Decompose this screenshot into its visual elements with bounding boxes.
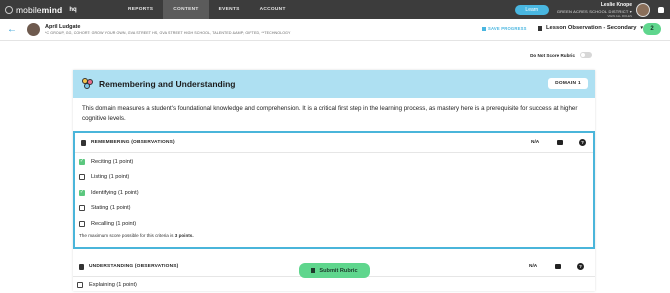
domain-title: Remembering and Understanding	[99, 79, 236, 89]
clipboard-icon	[79, 263, 84, 270]
option-label: Identifying (1 point)	[91, 189, 139, 196]
criteria-title: UNDERSTANDING (OBSERVATIONS)	[89, 264, 179, 269]
submit-rubric-label: Submit Rubric	[319, 267, 358, 274]
checkbox[interactable]	[79, 174, 85, 181]
nav-item-content[interactable]: CONTENT	[163, 0, 209, 19]
nav-right-group: Learn Leslie Knope GREEN ACRES SCHOOL DI…	[514, 0, 670, 19]
logo-mark-icon	[5, 5, 13, 14]
document-icon	[311, 268, 316, 273]
criteria-remembering: REMEMBERING (OBSERVATIONS) N/A ? ✓ Recit…	[73, 131, 595, 249]
option-explaining[interactable]: Explaining (1 point)	[73, 277, 595, 293]
student-avatar	[27, 23, 40, 36]
checkbox-checked[interactable]: ✓	[79, 158, 85, 165]
option-reciting[interactable]: ✓ Reciting (1 point)	[75, 154, 593, 170]
criteria-title: REMEMBERING (OBSERVATIONS)	[91, 140, 175, 145]
do-not-score-toggle[interactable]	[580, 52, 592, 58]
option-recalling[interactable]: Recalling (1 point)	[75, 216, 593, 232]
observation-subheader: ← April Ludgate *C GROUP, GG, COHORT: GR…	[0, 19, 670, 41]
student-tags: *C GROUP, GG, COHORT: GROW YOUR OWN, GVA…	[45, 31, 291, 35]
option-stating[interactable]: Stating (1 point)	[75, 201, 593, 217]
checkbox[interactable]	[79, 220, 85, 227]
brand-hq: hq	[69, 6, 77, 13]
top-navigation-bar: mobilemind hq REPORTS CONTENT EVENTS ACC…	[0, 0, 670, 19]
user-name: Leslie Knope	[600, 1, 632, 8]
domain-card: Remembering and Understanding DOMAIN 1 T…	[73, 70, 595, 291]
option-label: Explaining (1 point)	[89, 281, 137, 288]
comment-icon[interactable]	[557, 140, 563, 145]
do-not-score-label: Do Not Score Rubric	[530, 52, 575, 58]
save-progress-label: SAVE PROGRESS	[488, 26, 527, 31]
checkbox-checked[interactable]: ✓	[79, 189, 85, 196]
nav-item-events[interactable]: EVENTS	[209, 0, 250, 19]
user-avatar[interactable]	[636, 2, 650, 17]
option-identifying[interactable]: ✓ Identifying (1 point)	[75, 185, 593, 201]
domain-description: This domain measures a student's foundat…	[82, 105, 578, 122]
do-not-score-row: Do Not Score Rubric	[530, 52, 592, 58]
na-button[interactable]: N/A	[531, 140, 539, 145]
user-menu[interactable]: Leslie Knope GREEN ACRES SCHOOL DISTRICT…	[557, 2, 632, 18]
option-label: Reciting (1 point)	[91, 158, 134, 165]
comment-icon[interactable]	[555, 264, 561, 269]
submit-rubric-button[interactable]: Submit Rubric	[299, 263, 370, 278]
domain-badge: DOMAIN 1	[548, 78, 588, 89]
save-progress-button[interactable]: SAVE PROGRESS	[482, 26, 527, 31]
learn-button[interactable]: Learn	[514, 4, 549, 15]
clipboard-icon	[81, 139, 86, 146]
checkbox[interactable]	[79, 205, 85, 212]
na-button[interactable]: N/A	[529, 264, 537, 269]
help-icon[interactable]: ?	[577, 263, 584, 270]
option-listing[interactable]: Listing (1 point)	[75, 170, 593, 186]
observation-type-dropdown[interactable]: Lesson Observation - Secondary ▾	[538, 25, 643, 31]
brain-icon	[82, 78, 94, 90]
max-score-note: The maximum score possible for this crit…	[79, 232, 194, 238]
student-name: April Ludgate	[45, 24, 81, 30]
option-label: Recalling (1 point)	[91, 220, 137, 227]
student-info: April Ludgate *C GROUP, GG, COHORT: GROW…	[45, 24, 291, 35]
brand-name: mobilemind	[16, 4, 63, 15]
option-label: Listing (1 point)	[91, 174, 130, 181]
nav-item-account[interactable]: ACCOUNT	[250, 0, 296, 19]
brand-logo[interactable]: mobilemind hq	[0, 0, 118, 19]
document-icon	[538, 25, 542, 31]
criteria-header: REMEMBERING (OBSERVATIONS) N/A ?	[75, 133, 593, 153]
criteria-options: ✓ Reciting (1 point) Listing (1 point) ✓…	[75, 153, 593, 238]
view-roles-link[interactable]: VIEW ALL ROLES	[557, 14, 632, 18]
help-icon[interactable]: ?	[579, 139, 586, 146]
domain-header: Remembering and Understanding DOMAIN 1	[73, 70, 595, 98]
observation-type-label: Lesson Observation - Secondary	[546, 25, 637, 31]
option-label: Stating (1 point)	[91, 205, 131, 212]
back-arrow-icon[interactable]: ←	[7, 24, 21, 35]
nav-item-reports[interactable]: REPORTS	[118, 0, 163, 19]
observation-count-badge[interactable]: 2	[643, 23, 661, 35]
notification-bell-icon[interactable]	[658, 6, 664, 13]
learn-button-label: Learn	[525, 6, 539, 13]
checkbox[interactable]	[77, 281, 83, 288]
save-icon	[482, 26, 486, 31]
district-selector[interactable]: GREEN ACRES SCHOOL DISTRICT ▾	[557, 9, 632, 14]
